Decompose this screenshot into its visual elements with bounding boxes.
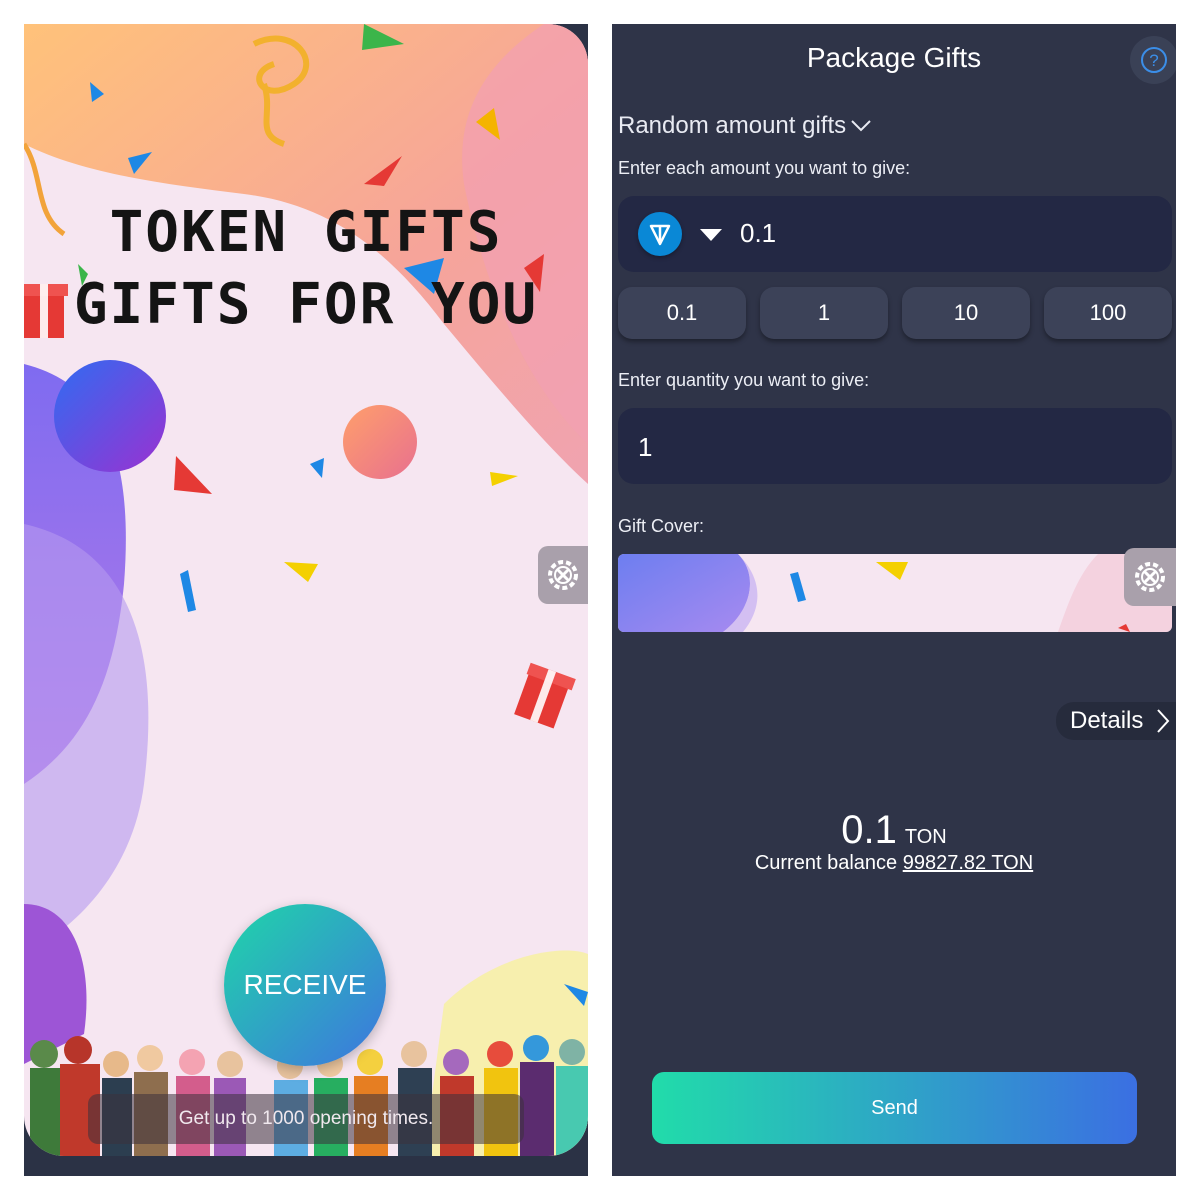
details-label: Details [1070, 707, 1144, 734]
gift-type-label: Random amount gifts [618, 112, 847, 139]
floating-settings-icon[interactable] [538, 546, 588, 604]
card-title-line2: GIFTS FOR YOU [73, 272, 539, 337]
question-icon: ? [1141, 47, 1167, 73]
card-title-line1: TOKEN GIFTS [109, 200, 503, 265]
preset-amount-button[interactable]: 100 [1044, 287, 1172, 339]
quantity-input[interactable]: 1 [618, 408, 1172, 484]
gift-card: TOKEN GIFTS GIFTS FOR YOU RECEIVE Get up… [24, 24, 588, 1156]
amount-value[interactable]: 0.1 [740, 218, 776, 249]
balance-prefix: Current balance [754, 852, 898, 874]
amount-field-label: Enter each amount you want to give: [618, 158, 911, 178]
opening-times-hint: Get up to 1000 opening times. [88, 1094, 524, 1144]
gift-cover-preview[interactable] [618, 554, 1172, 632]
quantity-value[interactable]: 1 [638, 432, 652, 463]
preset-amount-button[interactable]: 1 [760, 287, 888, 339]
receive-button[interactable]: RECEIVE [224, 904, 386, 1066]
current-balance: Current balance 99827.82 TON [612, 852, 1176, 875]
caret-down-icon[interactable] [700, 229, 722, 241]
chevron-right-icon [1157, 709, 1170, 733]
balance-value[interactable]: 99827.82 TON [903, 852, 1033, 874]
preset-amount-button[interactable]: 10 [902, 287, 1030, 339]
gift-cover-label: Gift Cover: [618, 516, 705, 536]
chevron-down-icon [851, 120, 871, 132]
total-unit: TON [904, 826, 947, 848]
preset-amount-button[interactable]: 0.1 [618, 287, 746, 339]
svg-text:?: ? [1149, 51, 1158, 70]
send-button[interactable]: Send [652, 1072, 1137, 1144]
ton-icon[interactable] [638, 212, 682, 256]
details-button[interactable]: Details [1056, 702, 1176, 740]
package-gifts-form: Package Gifts ? Random amount gifts Ente… [612, 24, 1176, 1176]
gift-preview-panel: TOKEN GIFTS GIFTS FOR YOU RECEIVE Get up… [24, 24, 588, 1176]
cover-thumbnail [618, 554, 1172, 632]
amount-input[interactable]: 0.1 [618, 196, 1172, 272]
floating-settings-icon[interactable] [1124, 548, 1176, 606]
total-amount: 0.1 TON [612, 808, 1176, 853]
total-value: 0.1 [841, 808, 897, 852]
page-title: Package Gifts [806, 42, 982, 73]
quantity-field-label: Enter quantity you want to give: [618, 370, 870, 390]
help-button[interactable]: ? [1130, 36, 1176, 84]
gift-type-dropdown[interactable]: Random amount gifts [618, 112, 872, 140]
